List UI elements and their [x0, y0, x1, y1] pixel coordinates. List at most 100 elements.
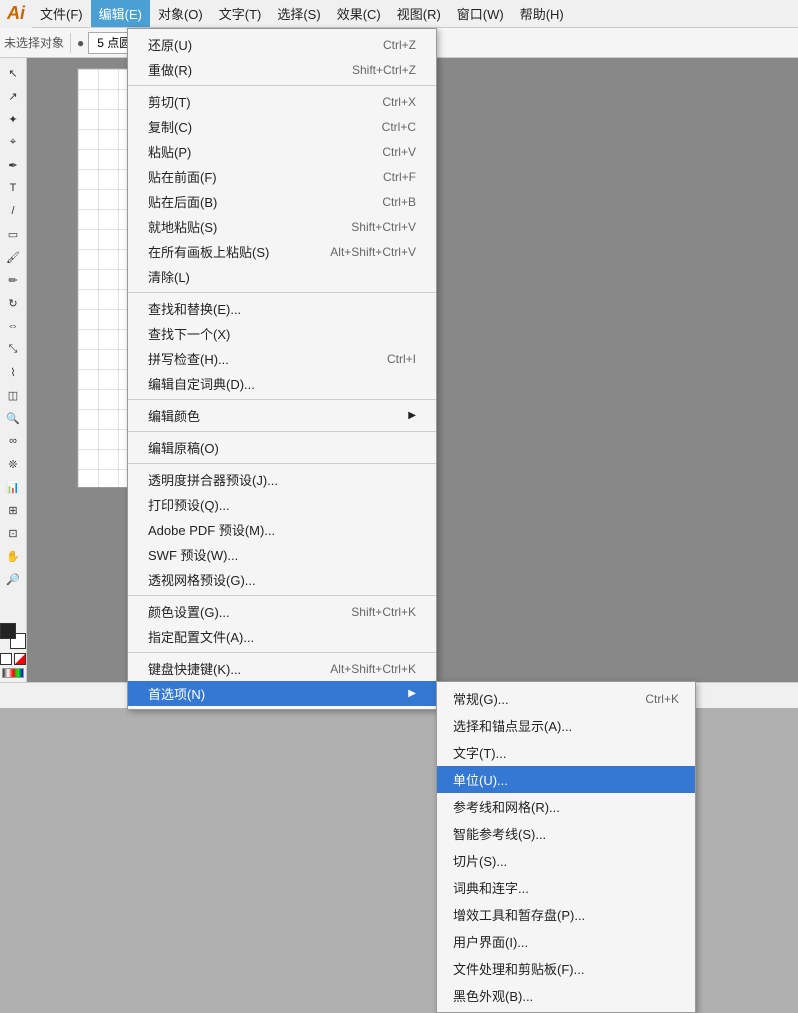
select-tool[interactable]: ↖: [2, 62, 24, 84]
paste-allboards-shortcut: Alt+Shift+Ctrl+V: [330, 245, 416, 259]
rotate-tool[interactable]: ↻: [2, 292, 24, 314]
magic-wand-tool[interactable]: ✦: [2, 108, 24, 130]
eyedropper-tool[interactable]: 🔍: [2, 407, 24, 429]
menu-view[interactable]: 视图(R): [389, 0, 449, 27]
color-none-icon[interactable]: [14, 653, 26, 665]
lasso-tool[interactable]: ⌖: [2, 131, 24, 153]
color-area: [0, 623, 26, 682]
pref-black-appearance[interactable]: 黑色外观(B)...: [437, 982, 695, 1009]
menu-cut[interactable]: 剪切(T) Ctrl+X: [128, 89, 436, 114]
text-tool[interactable]: T: [2, 177, 24, 199]
menu-effect[interactable]: 效果(C): [329, 0, 389, 27]
slice-tool[interactable]: ⊡: [2, 522, 24, 544]
app-logo: Ai: [0, 0, 32, 28]
menu-spellcheck[interactable]: 拼写检查(H)... Ctrl+I: [128, 346, 436, 371]
paste-back-shortcut: Ctrl+B: [382, 195, 416, 209]
edit-menu-dropdown: 还原(U) Ctrl+Z 重做(R) Shift+Ctrl+Z 剪切(T) Ct…: [127, 28, 437, 710]
menu-assign-profile[interactable]: 指定配置文件(A)...: [128, 624, 436, 649]
menu-print-preset[interactable]: 打印预设(Q)...: [128, 492, 436, 517]
color-gradient: [2, 668, 24, 678]
menu-copy[interactable]: 复制(C) Ctrl+C: [128, 114, 436, 139]
pref-guides-grids[interactable]: 参考线和网格(R)...: [437, 793, 695, 820]
status-label: 未选择对象: [4, 34, 64, 51]
menu-edit-original[interactable]: 编辑原稿(O): [128, 435, 436, 460]
sep-1: [128, 85, 436, 86]
blend-tool[interactable]: ∞: [2, 430, 24, 452]
symbol-tool[interactable]: ❊: [2, 453, 24, 475]
menu-paste-front[interactable]: 贴在前面(F) Ctrl+F: [128, 164, 436, 189]
zoom-tool[interactable]: 🔎: [2, 568, 24, 590]
pref-selection[interactable]: 选择和锚点显示(A)...: [437, 712, 695, 739]
toolbox: ↖ ↗ ✦ ⌖ ✒ T / ▭ 🖌 ✏ ↻ ⇔ ⤡ ⌇ ◫ 🔍 ∞ ❊ 📊 ⊞ …: [0, 58, 27, 682]
menu-undo[interactable]: 还原(U) Ctrl+Z: [128, 32, 436, 57]
menu-paste-back[interactable]: 贴在后面(B) Ctrl+B: [128, 189, 436, 214]
foreground-color[interactable]: [0, 623, 16, 639]
pref-file-clipboard[interactable]: 文件处理和剪贴板(F)...: [437, 955, 695, 982]
copy-shortcut: Ctrl+C: [382, 120, 416, 134]
toolbar-sep-1: [70, 33, 71, 53]
sep-2: [128, 292, 436, 293]
menu-redo[interactable]: 重做(R) Shift+Ctrl+Z: [128, 57, 436, 82]
pref-dict-hyphenation[interactable]: 词典和连字...: [437, 874, 695, 901]
pref-text[interactable]: 文字(T)...: [437, 739, 695, 766]
gradient-tool[interactable]: ◫: [2, 384, 24, 406]
menu-edit[interactable]: 编辑(E): [91, 0, 150, 27]
direct-select-tool[interactable]: ↗: [2, 85, 24, 107]
sep-6: [128, 595, 436, 596]
rect-tool[interactable]: ▭: [2, 223, 24, 245]
brush-tool[interactable]: 🖌: [2, 246, 24, 268]
menu-clear[interactable]: 清除(L): [128, 264, 436, 289]
artboard-tool[interactable]: ⊞: [2, 499, 24, 521]
color-squares[interactable]: [0, 623, 26, 649]
sep-3: [128, 399, 436, 400]
menu-window[interactable]: 窗口(W): [449, 0, 512, 27]
menu-find-replace[interactable]: 查找和替换(E)...: [128, 296, 436, 321]
line-tool[interactable]: /: [2, 200, 24, 222]
pencil-tool[interactable]: ✏: [2, 269, 24, 291]
menu-paste-allboards[interactable]: 在所有画板上粘贴(S) Alt+Shift+Ctrl+V: [128, 239, 436, 264]
warp-tool[interactable]: ⌇: [2, 361, 24, 383]
menu-pdf-preset[interactable]: Adobe PDF 预设(M)...: [128, 517, 436, 542]
menu-paste-inplace[interactable]: 就地粘贴(S) Shift+Ctrl+V: [128, 214, 436, 239]
menu-select[interactable]: 选择(S): [269, 0, 328, 27]
paste-front-shortcut: Ctrl+F: [383, 170, 416, 184]
menu-perspective-grid[interactable]: 透视网格预设(G)...: [128, 567, 436, 592]
sep-4: [128, 431, 436, 432]
menu-edit-colors[interactable]: 编辑颜色: [128, 403, 436, 428]
none-color[interactable]: [0, 653, 12, 665]
color-settings-shortcut: Shift+Ctrl+K: [351, 605, 416, 619]
menu-keyboard-shortcuts[interactable]: 键盘快捷键(K)... Alt+Shift+Ctrl+K: [128, 656, 436, 681]
paste-shortcut: Ctrl+V: [382, 145, 416, 159]
menu-find-next[interactable]: 查找下一个(X): [128, 321, 436, 346]
pref-user-interface[interactable]: 用户界面(I)...: [437, 928, 695, 955]
sep-7: [128, 652, 436, 653]
scale-tool[interactable]: ⤡: [2, 338, 24, 360]
menu-preferences[interactable]: 首选项(N) 常规(G)... Ctrl+K 选择和锚点显示(A)... 文字(…: [128, 681, 436, 706]
paste-inplace-shortcut: Shift+Ctrl+V: [351, 220, 416, 234]
menu-transparency[interactable]: 透明度拼合器预设(J)...: [128, 467, 436, 492]
keyboard-shortcuts-shortcut: Alt+Shift+Ctrl+K: [330, 662, 416, 676]
menu-object[interactable]: 对象(O): [150, 0, 211, 27]
menu-swf-preset[interactable]: SWF 预设(W)...: [128, 542, 436, 567]
pref-slices[interactable]: 切片(S)...: [437, 847, 695, 874]
menubar: Ai 文件(F) 编辑(E) 对象(O) 文字(T) 选择(S) 效果(C) 视…: [0, 0, 798, 28]
pen-tool[interactable]: ✒: [2, 154, 24, 176]
pref-general-shortcut: Ctrl+K: [645, 692, 679, 706]
menu-custom-dict[interactable]: 编辑自定词典(D)...: [128, 371, 436, 396]
menu-help[interactable]: 帮助(H): [512, 0, 572, 27]
pref-smart-guides[interactable]: 智能参考线(S)...: [437, 820, 695, 847]
sep-5: [128, 463, 436, 464]
cut-shortcut: Ctrl+X: [382, 95, 416, 109]
redo-shortcut: Shift+Ctrl+Z: [352, 63, 416, 77]
menu-text[interactable]: 文字(T): [211, 0, 270, 27]
spellcheck-shortcut: Ctrl+I: [387, 352, 416, 366]
menu-file[interactable]: 文件(F): [32, 0, 91, 27]
hand-tool[interactable]: ✋: [2, 545, 24, 567]
pref-units[interactable]: 单位(U)...: [437, 766, 695, 793]
menu-paste[interactable]: 粘贴(P) Ctrl+V: [128, 139, 436, 164]
pref-plugins-scratch[interactable]: 增效工具和暂存盘(P)...: [437, 901, 695, 928]
mirror-tool[interactable]: ⇔: [2, 315, 24, 337]
undo-shortcut: Ctrl+Z: [383, 38, 416, 52]
graph-tool[interactable]: 📊: [2, 476, 24, 498]
menu-color-settings[interactable]: 颜色设置(G)... Shift+Ctrl+K: [128, 599, 436, 624]
